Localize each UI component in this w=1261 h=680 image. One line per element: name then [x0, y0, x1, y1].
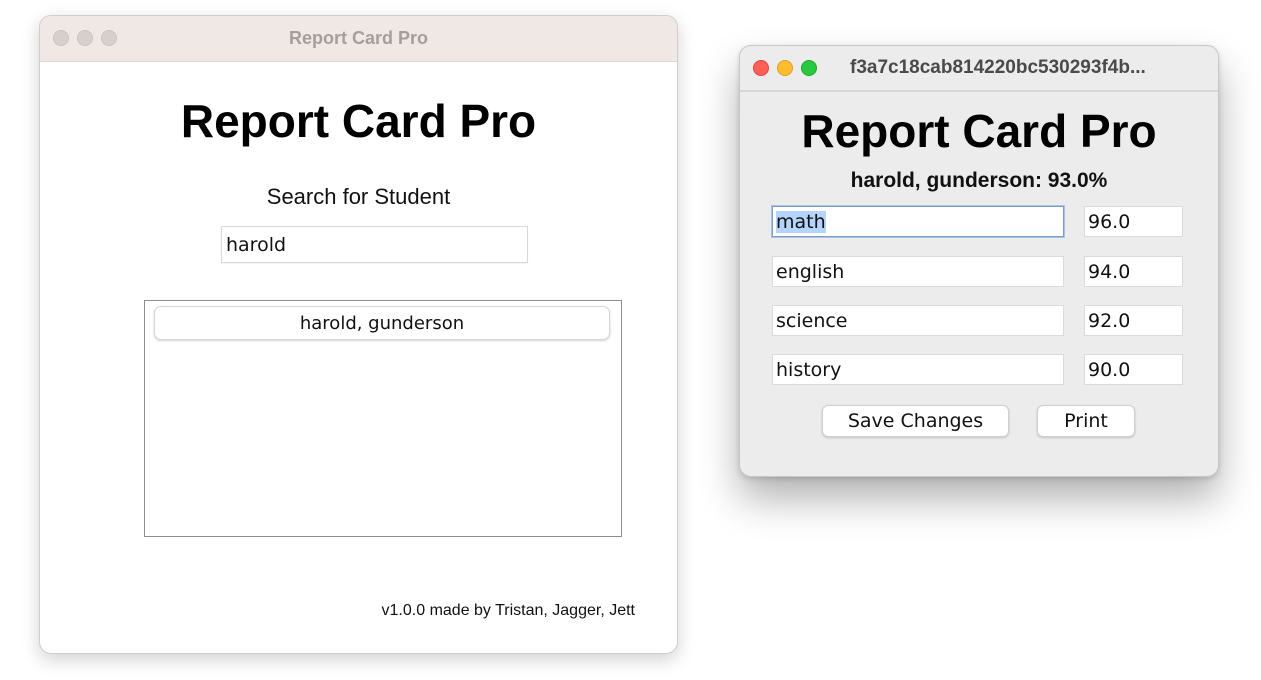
main-window: Report Card Pro Report Card Pro Search f…	[39, 15, 678, 654]
print-button[interactable]: Print	[1037, 405, 1135, 437]
grade-field-math[interactable]	[1084, 206, 1183, 237]
subject-field-science[interactable]	[772, 305, 1064, 336]
app-heading: Report Card Pro	[180, 95, 537, 147]
subject-field-english[interactable]	[772, 256, 1064, 287]
student-result-item[interactable]: harold, gunderson	[154, 306, 610, 340]
student-grade-summary: harold, gunderson: 93.0%	[850, 169, 1108, 192]
window-title: f3a7c18cab814220bc530293f4b...	[850, 57, 1146, 78]
minimize-button[interactable]	[777, 60, 793, 76]
student-search-input[interactable]	[221, 226, 528, 263]
subject-field-math[interactable]: math	[772, 206, 1064, 237]
main-titlebar[interactable]: Report Card Pro	[40, 16, 677, 62]
student-results-list[interactable]: harold, gunderson	[144, 300, 622, 537]
window-controls	[753, 60, 817, 76]
detail-titlebar[interactable]: f3a7c18cab814220bc530293f4b...	[740, 46, 1218, 92]
app-heading: Report Card Pro	[801, 105, 1157, 157]
subject-field-history[interactable]	[772, 354, 1064, 385]
selected-subject-text: math	[776, 210, 826, 233]
window-title: Report Card Pro	[288, 28, 429, 48]
grade-field-science[interactable]	[1084, 305, 1183, 336]
save-changes-button[interactable]: Save Changes	[822, 405, 1009, 437]
grade-field-history[interactable]	[1084, 354, 1183, 385]
report-card-window: f3a7c18cab814220bc530293f4b... Report Ca…	[739, 45, 1219, 477]
grade-field-english[interactable]	[1084, 256, 1183, 287]
close-button[interactable]	[753, 60, 769, 76]
zoom-button[interactable]	[801, 60, 817, 76]
version-credits: v1.0.0 made by Tristan, Jagger, Jett	[381, 602, 635, 619]
search-label: Search for Student	[266, 184, 451, 209]
